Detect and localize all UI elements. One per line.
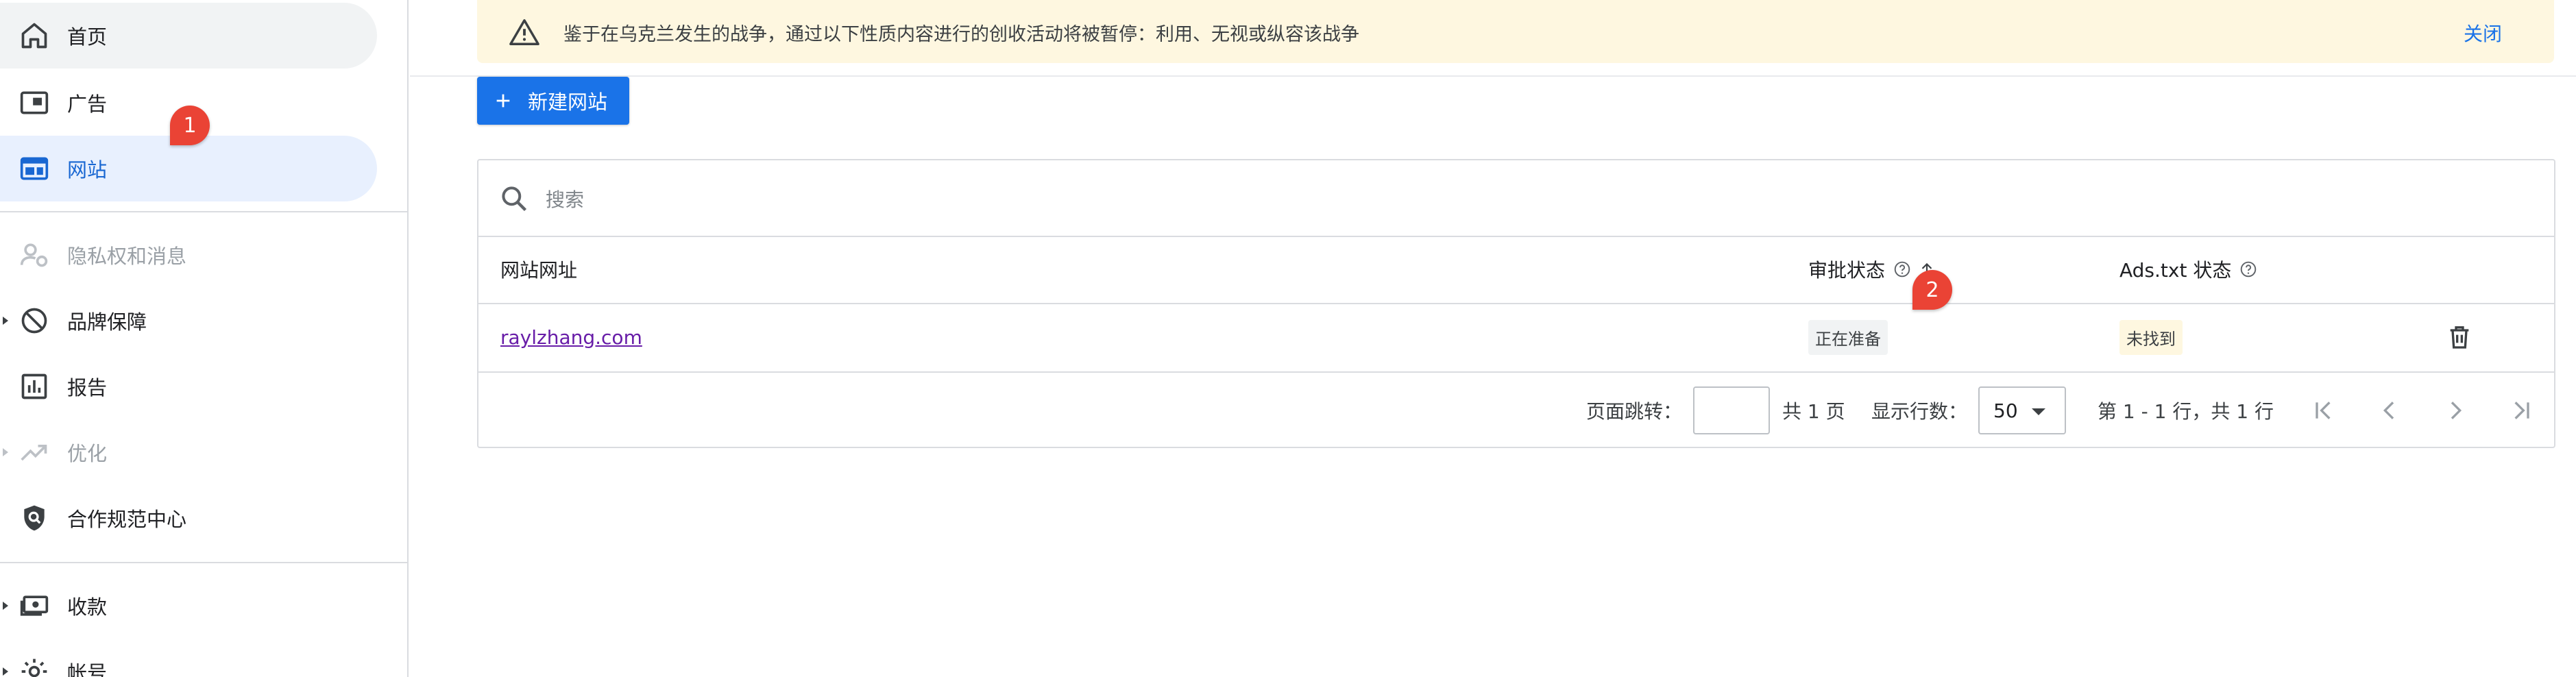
- sidebar-item-brand-safety[interactable]: 品牌保障: [0, 288, 377, 354]
- site-link[interactable]: raylzhang.com: [500, 326, 642, 349]
- sidebar: 首页 广告 网站 1 隐私权和消息 品牌保障 报告 优化 合作规范中心 收款 帐…: [0, 0, 409, 677]
- sidebar-item-label: 隐私权和消息: [67, 245, 187, 268]
- new-site-button-label: 新建网站: [528, 90, 608, 114]
- policy-shield-icon: [19, 503, 49, 533]
- sites-table-card: 网站网址 审批状态 Ads.txt 状态: [477, 159, 2555, 448]
- row-range-text: 第 1 - 1 行，共 1 行: [2098, 400, 2274, 423]
- table-header: 网站网址 审批状态 Ads.txt 状态 2: [478, 236, 2554, 310]
- sidebar-item-label: 品牌保障: [67, 310, 147, 334]
- page-jump-label: 页面跳转：: [1586, 400, 1683, 423]
- plus-icon: [496, 94, 510, 108]
- search-input[interactable]: [544, 181, 2466, 218]
- sidebar-item-label: 优化: [67, 442, 108, 465]
- web-icon: [19, 153, 49, 184]
- sidebar-divider: [0, 562, 407, 563]
- new-site-button[interactable]: 新建网站: [477, 77, 629, 125]
- notice-banner: 鉴于在乌克兰发生的战争，通过以下性质内容进行的创收活动将被暂停：利用、无视或纵容…: [477, 0, 2554, 63]
- column-header-site-url[interactable]: 网站网址: [500, 236, 577, 303]
- privacy-person-icon: [19, 240, 49, 270]
- payments-icon: [19, 591, 49, 621]
- delete-trash-icon[interactable]: [2446, 323, 2473, 351]
- content-divider: [410, 75, 2576, 77]
- sidebar-item-account[interactable]: 帐号: [0, 639, 377, 677]
- rows-per-page-value: 50: [1993, 399, 2018, 422]
- ads-txt-status-chip: 未找到: [2119, 319, 2183, 355]
- first-page-icon[interactable]: [2310, 397, 2337, 424]
- approval-status-cell: 正在准备: [1808, 303, 1888, 371]
- settings-gear-icon: [19, 656, 49, 677]
- expand-caret-icon: [3, 448, 8, 456]
- table-row: raylzhang.com 正在准备 未找到: [478, 303, 2554, 373]
- column-header-ads-txt-status[interactable]: Ads.txt 状态: [2119, 236, 2257, 303]
- warning-triangle-icon: [509, 19, 539, 45]
- previous-page-icon[interactable]: [2376, 397, 2403, 424]
- dropdown-arrow-icon: [2032, 408, 2045, 415]
- sidebar-item-home[interactable]: 首页: [0, 3, 377, 69]
- sidebar-divider: [0, 211, 407, 212]
- sidebar-item-policy-center[interactable]: 合作规范中心: [0, 485, 377, 551]
- next-page-icon[interactable]: [2442, 397, 2469, 424]
- column-header-label: Ads.txt 状态: [2119, 259, 2232, 282]
- sidebar-item-label: 报告: [67, 376, 108, 399]
- delete-cell: [2446, 303, 2473, 371]
- home-icon: [19, 21, 49, 51]
- pagination-bar: 页面跳转： 共 1 页 显示行数： 50 第 1 - 1 行，共 1 行: [478, 373, 2554, 448]
- approval-status-chip: 正在准备: [1808, 319, 1888, 355]
- sidebar-item-reports[interactable]: 报告: [0, 354, 377, 419]
- page-jump-input[interactable]: [1693, 386, 1770, 434]
- column-header-label: 审批状态: [1808, 259, 1886, 282]
- expand-caret-icon: [3, 667, 8, 676]
- search-icon: [502, 186, 527, 212]
- sidebar-item-sites[interactable]: 网站: [0, 136, 377, 201]
- expand-caret-icon: [3, 317, 8, 325]
- sidebar-item-privacy-messaging[interactable]: 隐私权和消息: [0, 222, 377, 288]
- sidebar-item-label: 收款: [67, 595, 108, 619]
- notice-text: 鉴于在乌克兰发生的战争，通过以下性质内容进行的创收活动将被暂停：利用、无视或纵容…: [563, 24, 1359, 45]
- sidebar-item-label: 首页: [67, 25, 108, 49]
- ad-unit-icon: [19, 88, 49, 118]
- notice-close-button[interactable]: 关闭: [2464, 19, 2502, 47]
- sidebar-item-optimization[interactable]: 优化: [0, 419, 377, 485]
- sidebar-item-label: 合作规范中心: [67, 508, 187, 531]
- bar-chart-icon: [19, 371, 49, 402]
- ads-txt-status-cell: 未找到: [2119, 303, 2183, 371]
- last-page-icon[interactable]: [2507, 397, 2535, 424]
- column-header-label: 网站网址: [500, 259, 578, 282]
- help-icon[interactable]: [2239, 260, 2257, 278]
- block-icon: [19, 306, 49, 336]
- search-bar: [478, 160, 2554, 237]
- sidebar-item-label: 帐号: [67, 661, 108, 677]
- total-pages-text: 共 1 页: [1782, 400, 1845, 423]
- adsense-sites-page: 首页 广告 网站 1 隐私权和消息 品牌保障 报告 优化 合作规范中心 收款 帐…: [0, 0, 2576, 677]
- help-icon[interactable]: [1893, 260, 1911, 278]
- expand-caret-icon: [3, 602, 8, 610]
- rows-per-page-select[interactable]: 50: [1978, 386, 2066, 434]
- sidebar-item-label: 广告: [67, 93, 108, 116]
- step-badge-1: 1: [170, 106, 210, 145]
- site-url-cell: raylzhang.com: [500, 303, 642, 371]
- sidebar-item-label: 网站: [67, 158, 108, 182]
- sidebar-item-payments[interactable]: 收款: [0, 573, 377, 639]
- trending-up-icon: [19, 437, 49, 467]
- rows-per-page-label: 显示行数：: [1871, 400, 1968, 423]
